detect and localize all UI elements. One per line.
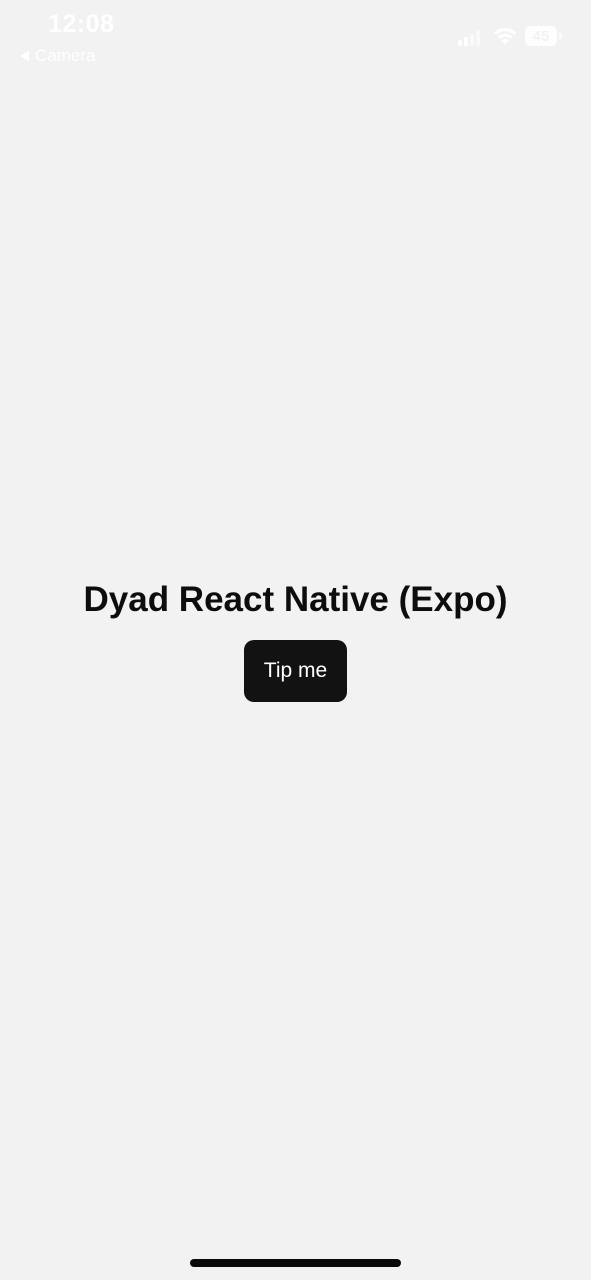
- battery-icon: 45: [525, 26, 563, 48]
- battery-level: 45: [525, 26, 557, 46]
- back-arrow-icon: [20, 51, 29, 61]
- tip-me-button[interactable]: Tip me: [244, 640, 347, 702]
- cellular-signal-icon: [458, 30, 480, 46]
- page-title: Dyad React Native (Expo): [83, 580, 508, 619]
- wifi-icon: [493, 28, 517, 45]
- status-bar: 12:08 Camera 45: [0, 0, 591, 80]
- back-app-label: Camera: [35, 46, 96, 65]
- battery-tip: [559, 33, 562, 40]
- main-content: Dyad React Native (Expo) Tip me: [0, 570, 591, 702]
- back-to-app-link[interactable]: Camera: [20, 46, 95, 66]
- status-time: 12:08: [48, 10, 115, 38]
- home-indicator[interactable]: [190, 1259, 401, 1267]
